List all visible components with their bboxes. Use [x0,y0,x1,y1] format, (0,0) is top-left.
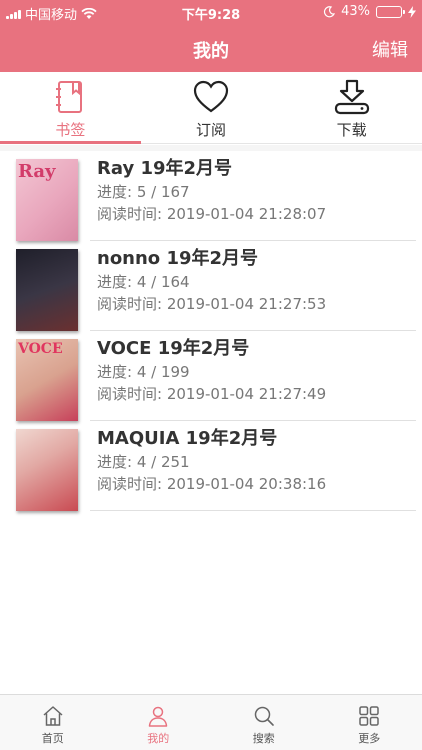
battery-percent: 43% [341,4,370,19]
item-read-time: 阅读时间: 2019-01-04 20:38:16 [97,475,327,493]
status-bar: 中国移动 下午9:28 43% [0,0,422,24]
item-info: Ray 19年2月号 进度: 5 / 167 阅读时间: 2019-01-04 … [97,157,326,225]
bottom-tab-search[interactable]: 搜索 [211,695,317,750]
moon-icon [324,5,336,17]
item-read-time: 阅读时间: 2019-01-04 21:28:07 [97,205,327,223]
cover-masthead: VOCE [18,341,63,357]
item-info: VOCE 19年2月号 进度: 4 / 199 阅读时间: 2019-01-04… [97,337,326,405]
tab-downloads[interactable]: 下载 [281,72,422,143]
tab-subscriptions[interactable]: 订阅 [141,72,282,143]
top-bar: 中国移动 下午9:28 43% 我的 编辑 [0,0,422,72]
page-title: 我的 [193,41,229,62]
item-info: nonno 19年2月号 进度: 4 / 164 阅读时间: 2019-01-0… [97,247,326,315]
bottom-tab-more-label: 更多 [358,732,381,745]
tab-downloads-label: 下载 [336,121,367,139]
item-progress: 进度: 5 / 167 [97,183,190,201]
grid-icon [359,706,379,726]
magazine-cover: VOCE [16,339,78,421]
download-icon [334,79,369,115]
item-title: Ray 19年2月号 [97,158,233,179]
person-icon [149,706,168,727]
charging-bolt-icon [408,5,416,18]
bookmark-list: Ray Ray 19年2月号 进度: 5 / 167 阅读时间: 2019-01… [0,151,422,511]
bottom-tab-search-label: 搜索 [252,732,275,745]
cover-masthead: Ray [18,161,56,182]
bottom-tab-home-label: 首页 [41,732,64,745]
item-progress: 进度: 4 / 199 [97,363,190,381]
bookmark-book-icon [56,81,83,113]
status-right: 43% [323,4,416,19]
bottom-tab-home[interactable]: 首页 [0,695,106,750]
magazine-cover: Ray [16,159,78,241]
bottom-tab-more[interactable]: 更多 [317,695,422,750]
list-item[interactable]: MAQUIA 19年2月号 进度: 4 / 251 阅读时间: 2019-01-… [0,421,422,511]
bottom-tab-mine[interactable]: 我的 [106,695,212,750]
tab-subscriptions-label: 订阅 [196,121,227,139]
home-icon [43,706,63,726]
item-info: MAQUIA 19年2月号 进度: 4 / 251 阅读时间: 2019-01-… [97,427,326,495]
tab-bookmarks-label: 书签 [55,121,86,139]
item-progress: 进度: 4 / 251 [97,453,190,471]
search-icon [254,706,274,726]
item-title: VOCE 19年2月号 [97,338,250,359]
heart-icon [193,80,229,113]
item-read-time: 阅读时间: 2019-01-04 21:27:49 [97,385,327,403]
bottom-tab-bar: 首页 我的 搜索 更多 [0,694,422,750]
segment-tabs: 书签 订阅 下载 [0,72,422,144]
bottom-tab-mine-label: 我的 [147,732,170,745]
magazine-cover [16,429,78,511]
list-item[interactable]: nonno 19年2月号 进度: 4 / 164 阅读时间: 2019-01-0… [0,241,422,331]
tab-bookmarks[interactable]: 书签 [0,72,141,144]
item-progress: 进度: 4 / 164 [97,273,190,291]
list-item[interactable]: Ray Ray 19年2月号 进度: 5 / 167 阅读时间: 2019-01… [0,151,422,241]
edit-button[interactable]: 编辑 [372,36,408,62]
magazine-cover [16,249,78,331]
row-divider [90,510,416,511]
item-read-time: 阅读时间: 2019-01-04 21:27:53 [97,295,327,313]
item-title: nonno 19年2月号 [97,248,259,269]
list-item[interactable]: VOCE VOCE 19年2月号 进度: 4 / 199 阅读时间: 2019-… [0,331,422,421]
battery-icon [376,5,405,18]
item-title: MAQUIA 19年2月号 [97,428,278,449]
